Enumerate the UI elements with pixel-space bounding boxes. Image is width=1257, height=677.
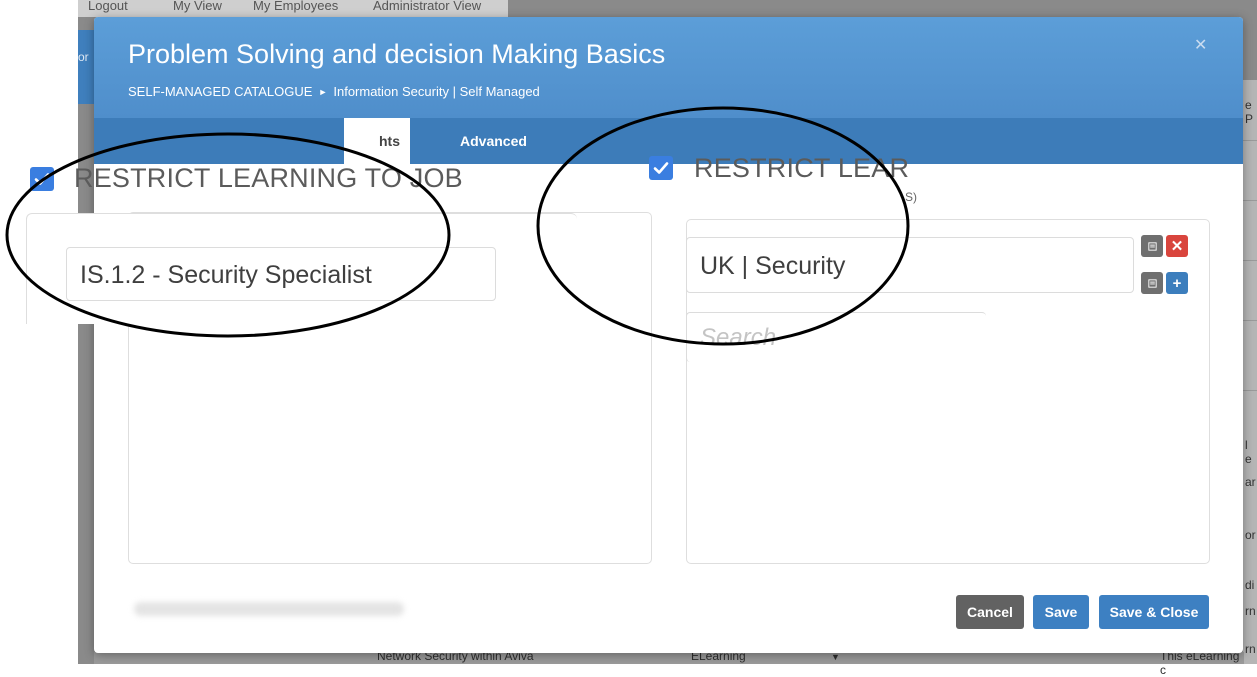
breadcrumb-current: Information Security | Self Managed <box>333 84 540 99</box>
cancel-button[interactable]: Cancel <box>956 595 1024 629</box>
bg-text: rn <box>1245 604 1256 618</box>
restrict-group-label: RESTRICT LEAR <box>694 153 910 183</box>
restrict-group-checkbox[interactable] <box>649 156 673 180</box>
bg-row-description: This eLearning c <box>1160 649 1240 677</box>
save-button[interactable]: Save <box>1033 595 1089 629</box>
bg-text: e P <box>1245 98 1254 126</box>
background-side-strip <box>78 30 94 104</box>
blurred-footer-text <box>134 602 404 616</box>
bg-text: rn <box>1245 642 1256 656</box>
restrict-group-sublabel: S) <box>905 190 917 204</box>
checkmark-icon <box>34 173 50 185</box>
restrict-job-checkbox[interactable] <box>30 167 54 191</box>
chevron-down-icon: ▼ <box>831 652 840 662</box>
bg-text: di <box>1245 578 1255 592</box>
group-details-list-icon[interactable] <box>1141 235 1163 257</box>
breadcrumb-separator-icon: ► <box>318 87 328 97</box>
bg-text: l e <box>1245 438 1252 466</box>
background-table-row: Network Security within Aviva ELearning … <box>94 649 1244 677</box>
nav-my-view[interactable]: My View <box>173 0 222 13</box>
job-selected-value: IS.1.2 - Security Specialist <box>80 261 372 289</box>
nav-administrator-view[interactable]: Administrator View <box>373 0 481 13</box>
nav-my-employees[interactable]: My Employees <box>253 0 338 13</box>
group-search-placeholder: Search <box>700 324 777 351</box>
tab-advanced[interactable]: Advanced <box>444 118 543 164</box>
group-selected-field[interactable]: UK | Security <box>686 237 1134 293</box>
group-selected-value: UK | Security <box>700 252 846 280</box>
job-selected-field[interactable]: IS.1.2 - Security Specialist <box>66 247 496 301</box>
bg-text: ar <box>1245 475 1256 489</box>
add-group-plus-icon[interactable]: + <box>1166 272 1188 294</box>
browse-groups-list-icon[interactable] <box>1141 272 1163 294</box>
bg-text: or <box>1245 528 1256 542</box>
modal-header: Problem Solving and decision Making Basi… <box>94 17 1243 118</box>
remove-group-close-icon[interactable]: ✕ <box>1166 235 1188 257</box>
breadcrumb-root[interactable]: SELF-MANAGED CATALOGUE <box>128 84 312 99</box>
group-search-input[interactable]: Search <box>686 312 986 362</box>
top-navigation: Logout My View My Employees Administrato… <box>78 0 508 17</box>
checkmark-icon <box>653 162 669 174</box>
breadcrumb: SELF-MANAGED CATALOGUE ► Information Secur… <box>128 84 540 99</box>
close-icon[interactable]: ✕ <box>1194 35 1207 55</box>
nav-logout[interactable]: Logout <box>88 0 128 13</box>
save-and-close-button[interactable]: Save & Close <box>1099 595 1209 629</box>
course-edit-modal: Problem Solving and decision Making Basi… <box>94 17 1243 653</box>
restrict-job-label: RESTRICT LEARNING TO JOB <box>74 163 463 193</box>
background-side-text: or <box>78 50 89 64</box>
modal-title: Problem Solving and decision Making Basi… <box>128 39 666 69</box>
tab-rights[interactable]: hts <box>344 118 410 164</box>
background-right-column: e P l e ar or di rn rn <box>1243 80 1257 664</box>
